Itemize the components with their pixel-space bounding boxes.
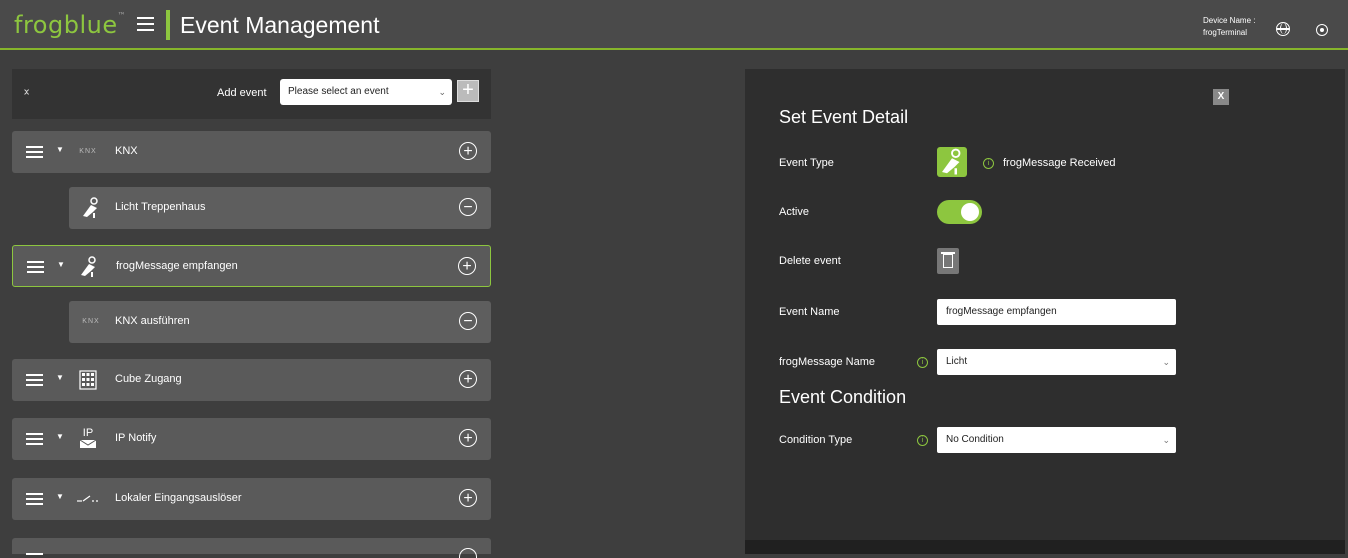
condition-type-label: Condition Type [779, 434, 853, 446]
event-type-value: frogMessage Received [1003, 157, 1116, 169]
event-row-partial[interactable] [12, 538, 491, 558]
switch-input-icon [76, 487, 100, 511]
drag-handle-icon[interactable] [26, 433, 43, 448]
drag-handle-icon[interactable] [26, 374, 43, 389]
device-name-value: frogTerminal [1203, 28, 1248, 37]
cube-keypad-icon [76, 368, 100, 392]
condition-type-value: No Condition [946, 434, 1004, 445]
event-label: KNX [115, 145, 138, 157]
info-icon[interactable]: i [917, 357, 928, 368]
expand-arrow-icon[interactable]: ▼ [56, 145, 64, 154]
drag-handle-icon[interactable] [27, 261, 44, 276]
chevron-down-icon: ⌄ [1162, 357, 1170, 367]
event-type-select[interactable]: Please select an event ⌄ [280, 79, 452, 105]
knx-icon: KNX [79, 148, 97, 155]
chevron-down-icon: ⌄ [438, 87, 446, 97]
add-action-button[interactable]: + [459, 429, 477, 447]
chevron-down-icon: ⌄ [1162, 435, 1170, 445]
active-label: Active [779, 206, 809, 218]
frog-message-icon [79, 196, 103, 220]
trash-icon[interactable] [937, 248, 959, 274]
add-action-button[interactable]: + [458, 257, 476, 275]
event-type-label: Event Type [779, 157, 834, 169]
frogmessage-name-value: Licht [946, 356, 968, 367]
active-toggle[interactable] [937, 200, 982, 224]
event-row-knx[interactable]: ▼ KNX KNX + [12, 131, 491, 173]
add-action-button[interactable]: + [459, 489, 477, 507]
device-info: Device Name : frogTerminal [1203, 15, 1255, 39]
action-label: Licht Treppenhaus [115, 201, 206, 213]
expand-arrow-icon[interactable]: ▼ [56, 492, 64, 501]
device-name-label: Device Name : [1203, 16, 1256, 25]
event-condition-title: Event Condition [779, 387, 907, 407]
event-type-select-value: Please select an event [288, 86, 389, 97]
expand-arrow-icon[interactable]: ▼ [56, 432, 64, 441]
drag-handle-icon[interactable] [26, 493, 43, 508]
info-icon[interactable]: i [983, 158, 994, 169]
add-action-button[interactable]: + [459, 142, 477, 160]
close-button[interactable]: X [1213, 89, 1229, 105]
add-event-bar: ⌄ ⌃ Add event Please select an event ⌄ + [12, 69, 491, 119]
event-label: IP Notify [115, 432, 157, 444]
event-row-lokaler-eingangsausloeser[interactable]: ▼ Lokaler Eingangsauslöser + [12, 478, 491, 520]
info-icon[interactable]: i [917, 435, 928, 446]
event-label: Cube Zugang [115, 373, 182, 385]
expand-arrow-icon[interactable]: ▼ [57, 260, 65, 269]
event-detail-panel: X Set Event Detail Event Type i frogMess… [745, 69, 1345, 549]
menu-icon[interactable] [137, 17, 154, 31]
frogmessage-name-label: frogMessage Name [779, 356, 875, 368]
frog-message-icon [937, 147, 967, 177]
frogmessage-name-select[interactable]: Licht ⌄ [937, 349, 1176, 375]
event-name-label: Event Name [779, 306, 840, 318]
page-title: Event Management [180, 12, 380, 38]
event-label: Lokaler Eingangsauslöser [115, 492, 242, 504]
expand-arrow-icon[interactable]: ▼ [56, 373, 64, 382]
collapse-all-icon[interactable]: ⌄ ⌃ [22, 84, 31, 103]
event-label: frogMessage empfangen [116, 260, 238, 272]
title-accent-bar [166, 10, 170, 40]
add-action-button[interactable]: + [459, 370, 477, 388]
panel-footer [745, 540, 1345, 554]
action-row-licht-treppenhaus[interactable]: Licht Treppenhaus − [69, 187, 491, 229]
top-bar: frogblue™ Event Management Device Name :… [0, 0, 1348, 50]
action-row-knx-ausfuehren[interactable]: KNX KNX ausführen − [69, 301, 491, 343]
remove-action-button[interactable]: − [459, 198, 477, 216]
add-action-button[interactable] [459, 548, 477, 558]
drag-handle-icon[interactable] [26, 146, 43, 161]
frog-message-icon [77, 255, 101, 279]
delete-event-label: Delete event [779, 255, 841, 267]
remove-action-button[interactable]: − [459, 312, 477, 330]
knx-icon: KNX [82, 318, 100, 325]
detail-title: Set Event Detail [779, 107, 909, 127]
event-row-cube-zugang[interactable]: ▼ Cube Zugang + [12, 359, 491, 401]
action-label: KNX ausführen [115, 315, 190, 327]
globe-icon[interactable] [1276, 22, 1290, 36]
add-event-button[interactable]: + [457, 80, 479, 102]
condition-type-select[interactable]: No Condition ⌄ [937, 427, 1176, 453]
frogblue-logo: frogblue™ [14, 11, 127, 39]
event-row-frogmessage-empfangen[interactable]: ▼ frogMessage empfangen + [12, 245, 491, 287]
event-name-input[interactable]: frogMessage empfangen [937, 299, 1176, 325]
power-icon[interactable] [1316, 24, 1328, 36]
add-event-label: Add event [217, 87, 267, 99]
ip-notify-icon: IP [76, 427, 100, 451]
event-row-ip-notify[interactable]: ▼ IP IP Notify + [12, 418, 491, 460]
